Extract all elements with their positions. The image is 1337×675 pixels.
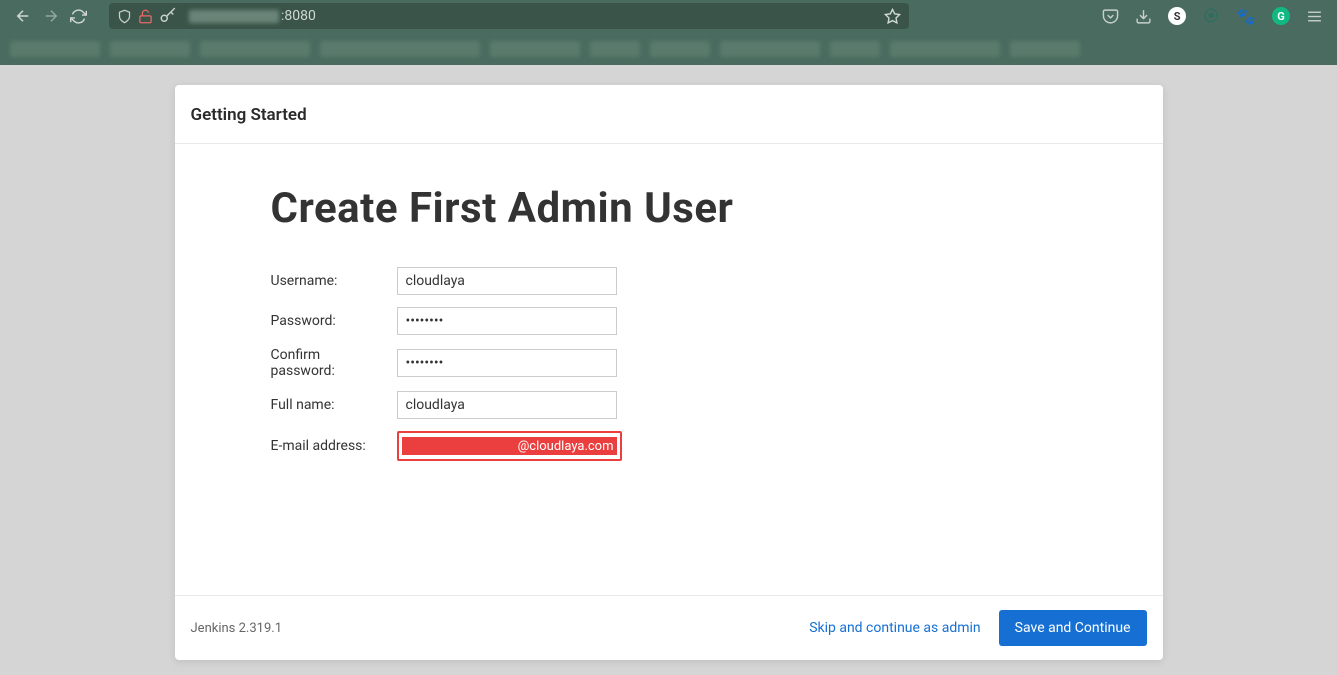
username-label: Username: — [271, 267, 397, 295]
email-label: E-mail address: — [271, 431, 397, 461]
card-body: Create First Admin User Username: Passwo… — [175, 144, 1163, 595]
fullname-input[interactable] — [397, 391, 617, 419]
username-input[interactable] — [397, 267, 617, 295]
bookmark-item[interactable] — [10, 41, 100, 57]
card-footer: Jenkins 2.319.1 Skip and continue as adm… — [175, 595, 1163, 660]
url-text: :8080 — [185, 8, 876, 24]
bookmark-item[interactable] — [490, 41, 580, 57]
pocket-icon[interactable] — [1102, 8, 1119, 25]
back-button[interactable] — [14, 7, 32, 25]
email-visible-suffix: @cloudlaya.com — [518, 439, 614, 454]
key-icon — [159, 7, 177, 25]
bookmark-item[interactable] — [650, 41, 710, 57]
email-input[interactable]: @cloudlaya.com — [397, 431, 622, 461]
page-background: Getting Started Create First Admin User … — [0, 65, 1337, 675]
bookmarks-bar — [0, 32, 1337, 65]
reload-button[interactable] — [70, 7, 87, 25]
admin-user-form: Username: Password: Confirm password: Fu… — [271, 255, 622, 473]
bookmark-item[interactable] — [200, 41, 310, 57]
bookmark-item[interactable] — [320, 41, 480, 57]
nav-buttons — [8, 7, 93, 25]
setup-wizard-card: Getting Started Create First Admin User … — [175, 85, 1163, 660]
bookmark-item[interactable] — [590, 41, 640, 57]
shield-icon — [117, 9, 132, 24]
hamburger-menu-icon[interactable] — [1306, 8, 1323, 25]
save-continue-button[interactable]: Save and Continue — [999, 610, 1147, 646]
browser-extensions: S ⦿ 🐾 G — [1102, 7, 1329, 26]
bookmark-item[interactable] — [830, 41, 880, 57]
download-icon[interactable] — [1135, 8, 1152, 25]
confirm-password-input[interactable] — [397, 349, 617, 377]
bookmark-star-icon[interactable] — [884, 8, 901, 25]
url-bar[interactable]: :8080 — [109, 3, 909, 29]
forward-button[interactable] — [42, 7, 60, 25]
bookmark-item[interactable] — [720, 41, 820, 57]
bookmark-item[interactable] — [110, 41, 190, 57]
url-security-icons — [117, 7, 177, 25]
extension-gnome-icon[interactable]: 🐾 — [1236, 7, 1256, 26]
card-header: Getting Started — [175, 85, 1163, 144]
extension-s-icon[interactable]: S — [1168, 7, 1186, 25]
browser-toolbar: :8080 S ⦿ 🐾 G — [0, 0, 1337, 32]
footer-actions: Skip and continue as admin Save and Cont… — [809, 610, 1146, 646]
confirm-password-label: Confirm password: — [271, 347, 397, 379]
bookmark-item[interactable] — [1010, 41, 1080, 57]
skip-button[interactable]: Skip and continue as admin — [809, 620, 980, 636]
extension-n-icon[interactable]: ⦿ — [1202, 7, 1220, 25]
fullname-label: Full name: — [271, 391, 397, 419]
version-label: Jenkins 2.319.1 — [191, 621, 283, 636]
password-label: Password: — [271, 307, 397, 335]
bookmark-item[interactable] — [890, 41, 1000, 57]
card-header-title: Getting Started — [191, 105, 1147, 125]
extension-g-icon[interactable]: G — [1272, 7, 1290, 25]
page-heading: Create First Admin User — [271, 184, 1067, 233]
password-input[interactable] — [397, 307, 617, 335]
lock-broken-icon — [138, 9, 153, 24]
